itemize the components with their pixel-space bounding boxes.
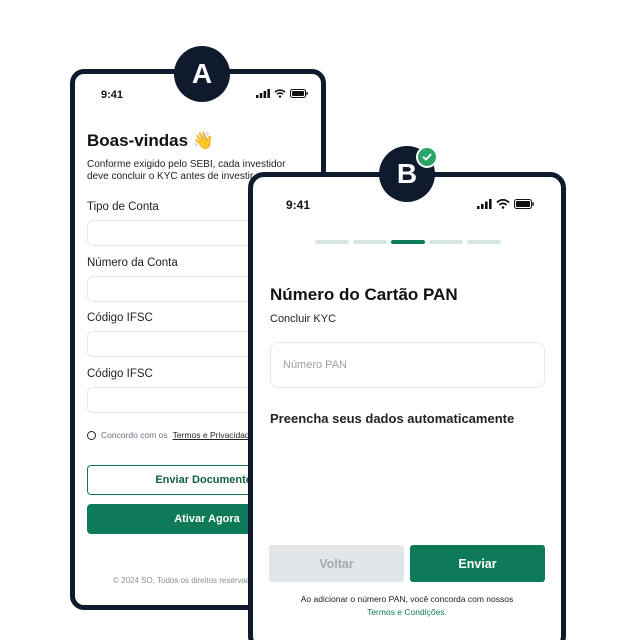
progress-step-5 bbox=[467, 240, 501, 244]
pan-number-input[interactable] bbox=[270, 342, 545, 388]
terms-conditions-link[interactable]: Termos e Condições. bbox=[253, 606, 561, 619]
autofill-heading: Preencha seus dados automaticamente bbox=[270, 411, 515, 426]
step-badge-a: A bbox=[174, 46, 230, 102]
checkmark-icon bbox=[416, 146, 438, 168]
step-progress bbox=[315, 240, 501, 244]
progress-step-2 bbox=[353, 240, 387, 244]
account-type-label: Tipo de Conta bbox=[87, 201, 159, 213]
ifsc-code-label-2: Código IFSC bbox=[87, 368, 153, 380]
page-subtitle: Concluir KYC bbox=[270, 313, 337, 325]
consent-line: Ao adicionar o número PAN, você concorda… bbox=[300, 594, 514, 604]
progress-step-3 bbox=[391, 240, 425, 244]
consent-text: Ao adicionar o número PAN, você concorda… bbox=[253, 593, 561, 619]
page-title: Número do Cartão PAN bbox=[270, 285, 458, 304]
progress-step-4 bbox=[429, 240, 463, 244]
terms-link[interactable]: Termos e Privacidade bbox=[173, 430, 255, 440]
status-time: 9:41 bbox=[101, 89, 124, 101]
battery-icon bbox=[290, 89, 308, 98]
wifi-icon bbox=[274, 89, 286, 98]
signal-icon bbox=[256, 89, 270, 98]
send-button[interactable]: Enviar bbox=[410, 545, 545, 582]
terms-prefix: Concordo com os bbox=[101, 430, 168, 440]
ifsc-code-label: Código IFSC bbox=[87, 312, 153, 324]
phone-screen-b: 9:41 Número do Cartão PAN Concluir KYC P… bbox=[248, 172, 566, 640]
wifi-icon bbox=[496, 199, 510, 209]
copyright-footer: © 2024 SO, Todos os direitos reservados bbox=[113, 576, 259, 585]
progress-step-1 bbox=[315, 240, 349, 244]
status-icons bbox=[256, 89, 308, 98]
battery-icon bbox=[514, 199, 534, 209]
signal-icon bbox=[477, 199, 492, 209]
terms-radio[interactable] bbox=[87, 430, 96, 440]
subtitle-line: Conforme exigido pelo SEBI, cada investi… bbox=[87, 159, 286, 170]
account-number-label: Número da Conta bbox=[87, 257, 178, 269]
status-icons bbox=[477, 199, 534, 209]
back-button[interactable]: Voltar bbox=[269, 545, 404, 582]
status-time: 9:41 bbox=[286, 198, 311, 212]
terms-row: Concordo com os Termos e Privacidade bbox=[87, 430, 254, 440]
page-title: Boas-vindas 👋 bbox=[87, 131, 214, 150]
